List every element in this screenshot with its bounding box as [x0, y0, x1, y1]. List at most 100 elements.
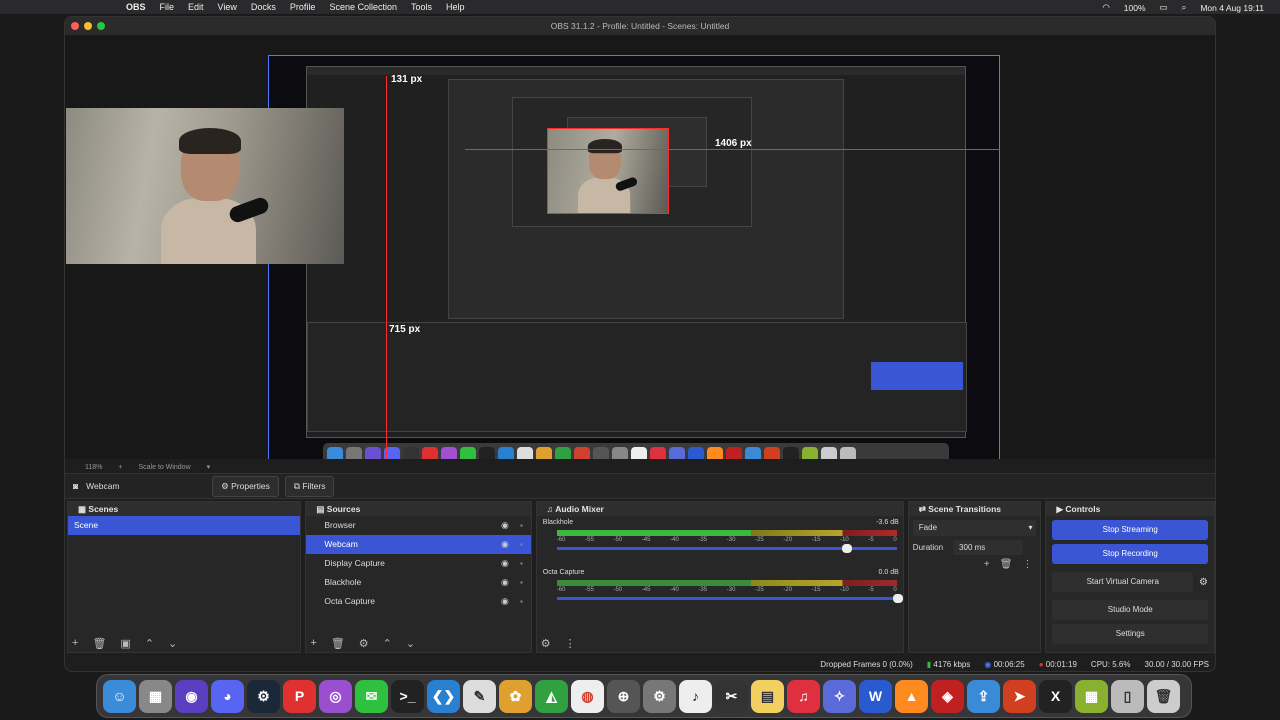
scale-mode-dropdown[interactable]: Scale to Window: [138, 464, 190, 471]
webcam-source[interactable]: [66, 108, 344, 264]
virtual-camera-gear-icon[interactable]: ⚙: [1199, 577, 1208, 588]
music-icon[interactable]: ♫: [787, 679, 820, 713]
terminal-icon[interactable]: >_: [391, 679, 424, 713]
move-down-icon[interactable]: ⌄: [406, 637, 415, 650]
lock-icon[interactable]: ▪: [520, 535, 523, 554]
chrome-icon[interactable]: ◍: [571, 679, 604, 713]
menu-view[interactable]: View: [218, 2, 237, 12]
system-settings-icon[interactable]: ⚙: [643, 679, 676, 713]
preview-area[interactable]: 131 px 1406 px 715 px: [65, 35, 1215, 467]
steam-icon[interactable]: ⚙: [247, 679, 280, 713]
obs-icon[interactable]: ◉: [175, 679, 208, 713]
vlc-icon[interactable]: ▲: [895, 679, 928, 713]
pdf-icon[interactable]: P: [283, 679, 316, 713]
add-transition-button[interactable]: +: [984, 559, 990, 570]
piano-icon[interactable]: ♪: [679, 679, 712, 713]
source-item-octa-capture[interactable]: Octa Capture ◉ ▪: [306, 592, 530, 611]
feather-icon[interactable]: ✧: [823, 679, 856, 713]
move-down-icon[interactable]: ⌄: [168, 637, 177, 650]
podcasts-icon[interactable]: ◎: [319, 679, 352, 713]
more-icon[interactable]: ⋮: [1022, 559, 1032, 570]
source-item-blackhole[interactable]: Blackhole ◉ ▪: [306, 573, 530, 592]
chevron-down-icon[interactable]: ▾: [207, 463, 211, 471]
maps-icon[interactable]: ◭: [535, 679, 568, 713]
menu-scene-collection[interactable]: Scene Collection: [329, 2, 397, 12]
studio-mode-button[interactable]: Studio Mode: [1052, 600, 1209, 620]
menu-file[interactable]: File: [160, 2, 175, 12]
wifi-icon[interactable]: ◠: [1102, 2, 1109, 13]
uploader-icon[interactable]: ⇪: [967, 679, 1000, 713]
menu-edit[interactable]: Edit: [188, 2, 204, 12]
lock-icon[interactable]: ▪: [520, 516, 523, 535]
close-window-button[interactable]: [71, 22, 79, 30]
vscode-icon[interactable]: ❮❯: [427, 679, 460, 713]
word-icon[interactable]: W: [859, 679, 892, 713]
more-icon[interactable]: ⋮: [565, 637, 576, 650]
x-app-icon[interactable]: X: [1039, 679, 1072, 713]
preview-canvas[interactable]: 131 px 1406 px 715 px: [66, 55, 1000, 467]
zoom-level[interactable]: 118%: [85, 464, 102, 471]
remove-source-button[interactable]: 🗑: [331, 637, 345, 650]
menu-app-name[interactable]: OBS: [126, 2, 146, 12]
zoom-window-button[interactable]: [97, 22, 105, 30]
source-item-browser[interactable]: Browser ◉ ▪: [306, 516, 530, 535]
eye-icon[interactable]: ◉: [501, 554, 509, 573]
final-cut-icon[interactable]: ✂: [715, 679, 748, 713]
eye-icon[interactable]: ◉: [501, 573, 509, 592]
filters-button[interactable]: ⧉ Filters: [284, 475, 335, 497]
launchpad-icon[interactable]: ▦: [139, 679, 172, 713]
battery-icon[interactable]: ▭: [1160, 2, 1168, 13]
source-item-webcam[interactable]: Webcam ◉ ▪: [306, 535, 531, 554]
menu-tools[interactable]: Tools: [411, 2, 432, 12]
minimize-window-button[interactable]: [84, 22, 92, 30]
menu-profile[interactable]: Profile: [290, 2, 316, 12]
transition-select[interactable]: Fade ▾: [912, 520, 1037, 536]
display-capture-source[interactable]: [306, 66, 967, 467]
remove-scene-button[interactable]: 🗑: [92, 637, 106, 650]
add-scene-button[interactable]: +: [72, 637, 78, 650]
source-item-display-capture[interactable]: Display Capture ◉ ▪: [306, 554, 530, 573]
trash-icon[interactable]: 🗑: [1147, 679, 1180, 713]
scene-item[interactable]: Scene: [68, 516, 301, 535]
eye-icon[interactable]: ◉: [501, 535, 509, 554]
remove-transition-button[interactable]: 🗑: [1000, 559, 1013, 570]
stop-streaming-button[interactable]: Stop Streaming: [1052, 520, 1209, 540]
move-up-icon[interactable]: ⌃: [145, 637, 154, 650]
volume-slider[interactable]: [556, 594, 904, 603]
scene-filters-button[interactable]: ▣: [120, 637, 130, 650]
eye-icon[interactable]: ◉: [501, 592, 509, 611]
webcam-source-selected[interactable]: [547, 128, 669, 214]
slider-knob[interactable]: [893, 594, 904, 603]
menu-docks[interactable]: Docks: [251, 2, 276, 12]
discord-icon[interactable]: ◕: [211, 679, 244, 713]
finder-icon[interactable]: ☺: [103, 679, 136, 713]
properties-button[interactable]: ⚙ Properties: [212, 475, 279, 497]
notes-icon[interactable]: ▤: [751, 679, 784, 713]
menubar-clock[interactable]: Mon 4 Aug 19:11: [1200, 3, 1264, 13]
textedit-icon[interactable]: ✎: [463, 679, 496, 713]
lock-icon[interactable]: ▪: [520, 573, 523, 592]
excel-like-icon[interactable]: ▦: [1075, 679, 1108, 713]
source-properties-button[interactable]: ⚙: [359, 637, 369, 650]
lock-icon[interactable]: ▪: [520, 554, 523, 573]
add-source-button[interactable]: +: [310, 637, 316, 650]
stop-recording-button[interactable]: Stop Recording: [1052, 544, 1209, 564]
slider-knob[interactable]: [842, 544, 853, 553]
move-up-icon[interactable]: ⌃: [383, 637, 392, 650]
menu-help[interactable]: Help: [446, 2, 465, 12]
app-red-icon[interactable]: ◈: [931, 679, 964, 713]
start-virtual-camera-button[interactable]: Start Virtual Camera: [1052, 572, 1194, 592]
safari-icon[interactable]: ⊕: [607, 679, 640, 713]
search-icon[interactable]: ⌕: [1182, 2, 1187, 13]
document-icon[interactable]: ▯: [1111, 679, 1144, 713]
lock-icon[interactable]: ▪: [520, 592, 523, 611]
mixer-settings-icon[interactable]: ⚙: [541, 637, 551, 650]
battery-label[interactable]: 100%: [1124, 3, 1146, 13]
settings-button[interactable]: Settings: [1052, 624, 1209, 644]
zoom-plus-icon[interactable]: +: [118, 464, 122, 471]
duration-input[interactable]: 300 ms: [953, 540, 1024, 555]
volume-slider[interactable]: [556, 544, 897, 553]
eye-icon[interactable]: ◉: [501, 516, 509, 535]
messages-icon[interactable]: ✉: [355, 679, 388, 713]
swift-icon[interactable]: ➤: [1003, 679, 1036, 713]
